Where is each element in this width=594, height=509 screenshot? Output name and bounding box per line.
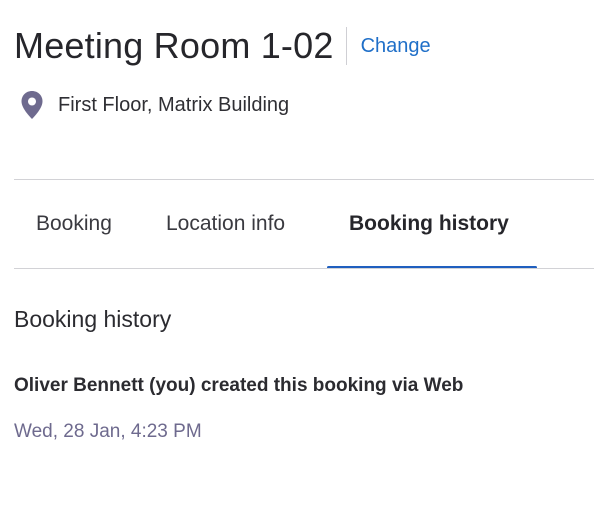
header-divider [345,27,347,65]
location-text: First Floor, Matrix Building [58,93,290,116]
history-entry-timestamp: Wed, 28 Jan, 4:23 PM [14,421,202,442]
tab-booking-history[interactable]: Booking history [327,180,537,269]
tab-booking[interactable]: Booking [14,180,166,268]
tab-label: Location info [166,212,286,235]
tab-location-info[interactable]: Location info [166,180,327,268]
section-title: Booking history [14,306,172,332]
tab-label: Booking [36,212,112,235]
room-header: Meeting Room 1-02 Change [14,24,431,68]
booking-details-panel: Meeting Room 1-02 Change First Floor, Ma… [0,0,594,509]
history-entry-text: Oliver Bennett (you) created this bookin… [14,375,464,396]
change-room-link[interactable]: Change [361,24,431,68]
room-location: First Floor, Matrix Building [20,90,289,120]
tabs-bottom-divider [14,268,594,269]
tab-label: Booking history [349,212,509,235]
tab-bar: Booking Location info Booking history [14,180,594,269]
room-title: Meeting Room 1-02 [14,25,334,66]
location-pin-icon [20,90,44,120]
